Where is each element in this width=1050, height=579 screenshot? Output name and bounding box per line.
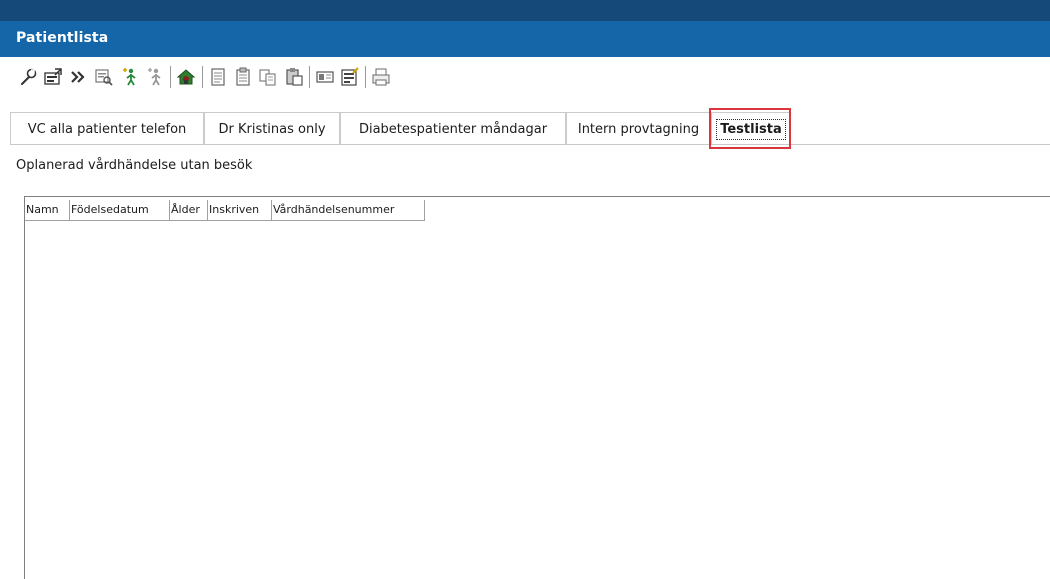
tab-vc-alla-patienter-telefon[interactable]: VC alla patienter telefon xyxy=(10,112,204,145)
title-bar: Patientlista xyxy=(0,21,1050,57)
card-icon[interactable] xyxy=(315,67,335,87)
column-header-fodelsedatum[interactable]: Födelsedatum xyxy=(70,200,170,221)
tab-strip: VC alla patienter telefon Dr Kristinas o… xyxy=(10,112,1050,145)
list-description: Oplanerad vårdhändelse utan besök xyxy=(16,158,253,173)
highlight-box xyxy=(709,108,791,149)
toolbar-separator xyxy=(202,66,203,88)
forward-icon[interactable] xyxy=(68,67,88,87)
column-header-namn[interactable]: Namn xyxy=(25,200,70,221)
search-record-icon[interactable] xyxy=(94,67,114,87)
properties-icon[interactable] xyxy=(43,67,63,87)
clipboard-icon[interactable] xyxy=(233,67,253,87)
column-header-inskriven[interactable]: Inskriven xyxy=(208,200,272,221)
document-icon[interactable] xyxy=(208,67,228,87)
patient-table[interactable]: Namn Födelsedatum Ålder Inskriven Vårdhä… xyxy=(24,196,1050,579)
table-header-row: Namn Födelsedatum Ålder Inskriven Vårdhä… xyxy=(25,200,425,221)
toolbar xyxy=(14,62,484,94)
edit-form-icon[interactable] xyxy=(340,67,360,87)
tab-diabetespatienter-mandagar[interactable]: Diabetespatienter måndagar xyxy=(340,112,566,145)
paste-icon[interactable] xyxy=(284,67,304,87)
column-header-vardhandelsenummer[interactable]: Vårdhändelsenummer xyxy=(272,200,425,221)
tab-label: Diabetespatienter måndagar xyxy=(358,121,548,137)
wrench-icon[interactable] xyxy=(18,67,38,87)
tab-label: Dr Kristinas only xyxy=(218,121,326,137)
tab-intern-provtagning[interactable]: Intern provtagning xyxy=(566,112,711,145)
toolbar-separator xyxy=(309,66,310,88)
window-top-strip xyxy=(0,0,1050,21)
person-icon[interactable] xyxy=(145,67,165,87)
tab-label: VC alla patienter telefon xyxy=(27,121,187,137)
toolbar-separator xyxy=(365,66,366,88)
tab-dr-kristinas-only[interactable]: Dr Kristinas only xyxy=(204,112,340,145)
tab-label: Intern provtagning xyxy=(577,121,700,137)
copy-icon[interactable] xyxy=(258,67,278,87)
window-title: Patientlista xyxy=(16,30,109,46)
home-icon[interactable] xyxy=(176,67,196,87)
person-add-icon[interactable] xyxy=(120,67,140,87)
print-icon[interactable] xyxy=(371,67,391,87)
tab-strip-divider xyxy=(10,144,1050,145)
toolbar-separator xyxy=(170,66,171,88)
column-header-alder[interactable]: Ålder xyxy=(170,200,208,221)
